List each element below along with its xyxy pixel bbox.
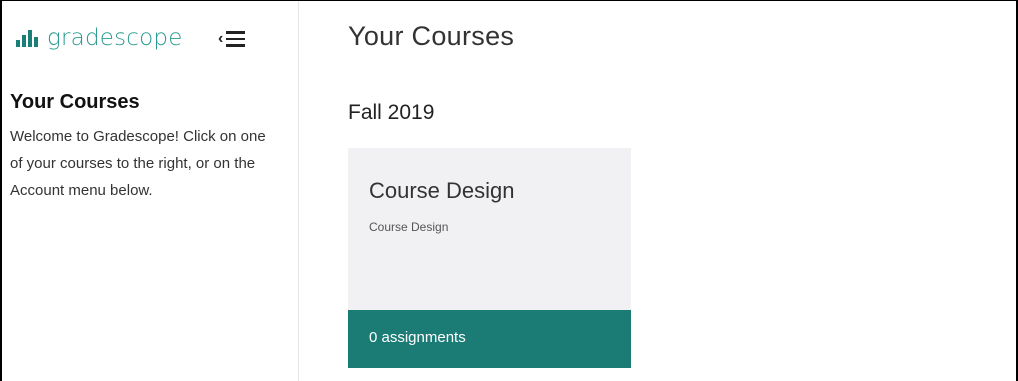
app-window: gradescope ‹ Your Courses Welcome to Gra…: [0, 0, 1018, 381]
course-name: Course Design: [369, 178, 515, 203]
assignment-count: 0 assignments: [369, 329, 466, 346]
sidebar-welcome-text: Welcome to Gradescope! Click on one of y…: [10, 128, 266, 199]
brand-logo[interactable]: gradescope: [16, 23, 183, 53]
sidebar: gradescope ‹ Your Courses Welcome to Gra…: [2, 1, 299, 381]
sidebar-heading: Your Courses: [10, 91, 140, 113]
brand-name: gradescope: [47, 25, 183, 51]
term-heading: Fall 2019: [348, 101, 435, 124]
main-content: Your Courses Fall 2019 Course Design Cou…: [300, 1, 1016, 381]
course-card[interactable]: Course Design Course Design 0 assignment…: [348, 148, 631, 368]
bar-chart-icon: [16, 29, 38, 47]
course-card-footer: 0 assignments: [348, 310, 631, 368]
page-title: Your Courses: [348, 21, 515, 51]
hamburger-icon: [226, 31, 246, 47]
chevron-left-icon: ‹: [218, 30, 224, 47]
course-subtitle: Course Design: [369, 220, 449, 234]
collapse-sidebar-button[interactable]: ‹: [218, 27, 258, 51]
